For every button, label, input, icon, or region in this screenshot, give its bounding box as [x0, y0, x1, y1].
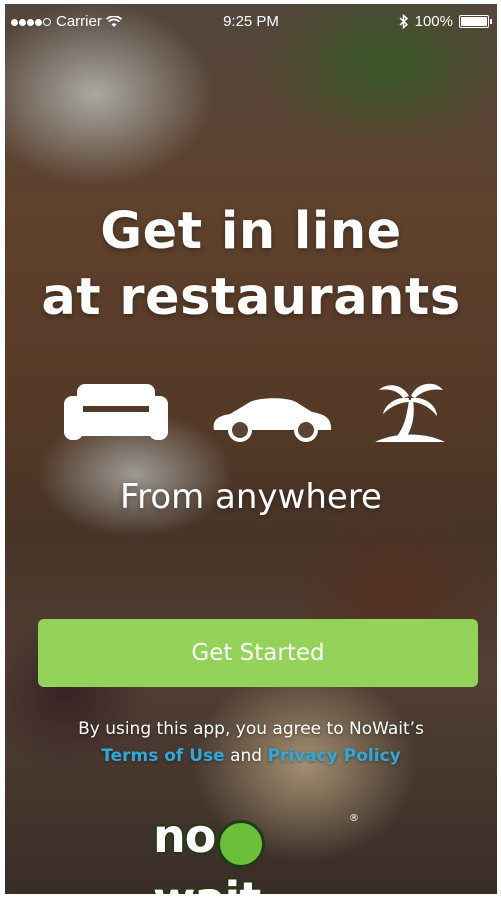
- app-screen: Carrier 9:25 PM 100% Get in line at rest…: [5, 4, 497, 894]
- legal-and: and: [230, 746, 263, 766]
- legal-links: Terms of Use and Privacy Policy: [5, 743, 497, 770]
- privacy-policy-link[interactable]: Privacy Policy: [267, 746, 400, 766]
- couch-icon: [64, 384, 168, 440]
- logo-part-1: no: [153, 809, 216, 863]
- icons-row: [5, 382, 497, 450]
- onboarding-content: Get in line at restaurants From anywhere…: [5, 4, 497, 894]
- nowait-logo: no wait ®: [153, 809, 359, 894]
- legal-notice: By using this app, you agree to NoWait’s…: [5, 716, 497, 770]
- legal-prefix: By using this app, you agree to NoWait’s: [78, 719, 424, 739]
- headline-line-2: at restaurants: [41, 268, 461, 327]
- car-icon: [213, 398, 332, 442]
- headline: Get in line at restaurants: [5, 199, 497, 331]
- headline-line-1: Get in line: [100, 202, 402, 261]
- logo-part-2: wait: [153, 872, 261, 895]
- palm-tree-icon: [375, 383, 445, 442]
- logo-mark-icon: [217, 819, 266, 868]
- subheadline: From anywhere: [120, 477, 382, 517]
- terms-of-use-link[interactable]: Terms of Use: [101, 746, 224, 766]
- logo-registered: ®: [349, 813, 359, 824]
- get-started-button[interactable]: Get Started: [38, 619, 478, 687]
